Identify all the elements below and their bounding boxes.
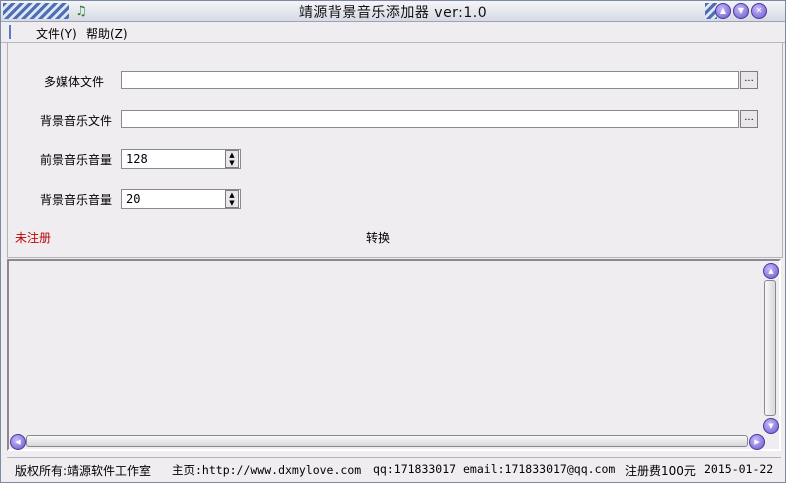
horizontal-scrollbar[interactable]: ◀ ▶ — [10, 434, 765, 450]
bgm-file-label: 背景音乐文件 — [39, 114, 112, 128]
unregistered-link[interactable]: 未注册 — [15, 229, 51, 246]
status-bar: 版权所有:靖源软件工作室 主页:http://www.dxmylove.com … — [7, 457, 781, 480]
menu-bar: 文件(Y) 帮助(Z) — [1, 22, 785, 43]
multimedia-browse-button[interactable]: ... — [740, 71, 758, 89]
bg-volume-label: 背景音乐音量 — [39, 193, 112, 207]
vertical-scroll-thumb[interactable] — [764, 280, 776, 416]
rollup-icon[interactable]: ▲ — [715, 3, 731, 19]
status-copyright: 版权所有:靖源软件工作室 — [15, 464, 152, 478]
horizontal-scroll-thumb[interactable] — [26, 435, 748, 447]
settings-panel: 多媒体文件 ... 背景音乐文件 ... 前景音乐音量 128 ▲ ▼ 背景音乐音… — [7, 43, 783, 258]
log-area[interactable]: ▲ ▼ ◀ ▶ — [7, 259, 781, 451]
title-bar[interactable]: ♫ 靖源背景音乐添加器 ver:1.0 ▲ ▼ ✕ — [1, 1, 785, 22]
window-controls: ▲ ▼ ✕ — [715, 3, 767, 19]
main-window: ♫ 靖源背景音乐添加器 ver:1.0 ▲ ▼ ✕ 文件(Y) 帮助(Z) 多媒… — [0, 0, 786, 483]
scroll-down-icon[interactable]: ▼ — [763, 418, 779, 434]
scroll-left-icon[interactable]: ◀ — [10, 434, 26, 450]
multimedia-file-label: 多媒体文件 — [43, 75, 104, 89]
bgm-file-input[interactable] — [121, 110, 739, 128]
menu-help[interactable]: 帮助(Z) — [86, 25, 128, 42]
menu-grip — [9, 25, 14, 39]
fg-volume-stepper[interactable]: ▲ ▼ — [225, 150, 239, 168]
scroll-right-icon[interactable]: ▶ — [749, 434, 765, 450]
status-date: 2015-01-22 — [704, 462, 774, 476]
status-qq: qq:171833017 — [373, 462, 457, 476]
close-icon[interactable]: ✕ — [751, 3, 767, 19]
convert-button[interactable]: 转换 — [366, 229, 390, 246]
scroll-up-icon[interactable]: ▲ — [763, 263, 779, 279]
bg-volume-stepper[interactable]: ▲ ▼ — [225, 190, 239, 208]
status-email: email:171833017@qq.com — [463, 462, 616, 476]
fg-volume-label: 前景音乐音量 — [39, 153, 112, 167]
window-title: 靖源背景音乐添加器 ver:1.0 — [298, 5, 488, 21]
bgm-browse-button[interactable]: ... — [740, 110, 758, 128]
fg-volume-input[interactable]: 128 — [121, 149, 241, 169]
menu-file[interactable]: 文件(Y) — [36, 25, 77, 42]
minimize-icon[interactable]: ▼ — [733, 3, 749, 19]
status-homepage: 主页:http://www.dxmylove.com — [172, 463, 362, 477]
vertical-scrollbar[interactable]: ▲ ▼ — [762, 262, 779, 434]
bg-volume-input[interactable]: 20 — [121, 189, 241, 209]
status-fee: 注册费100元 — [625, 464, 696, 478]
multimedia-file-input[interactable] — [121, 71, 739, 89]
